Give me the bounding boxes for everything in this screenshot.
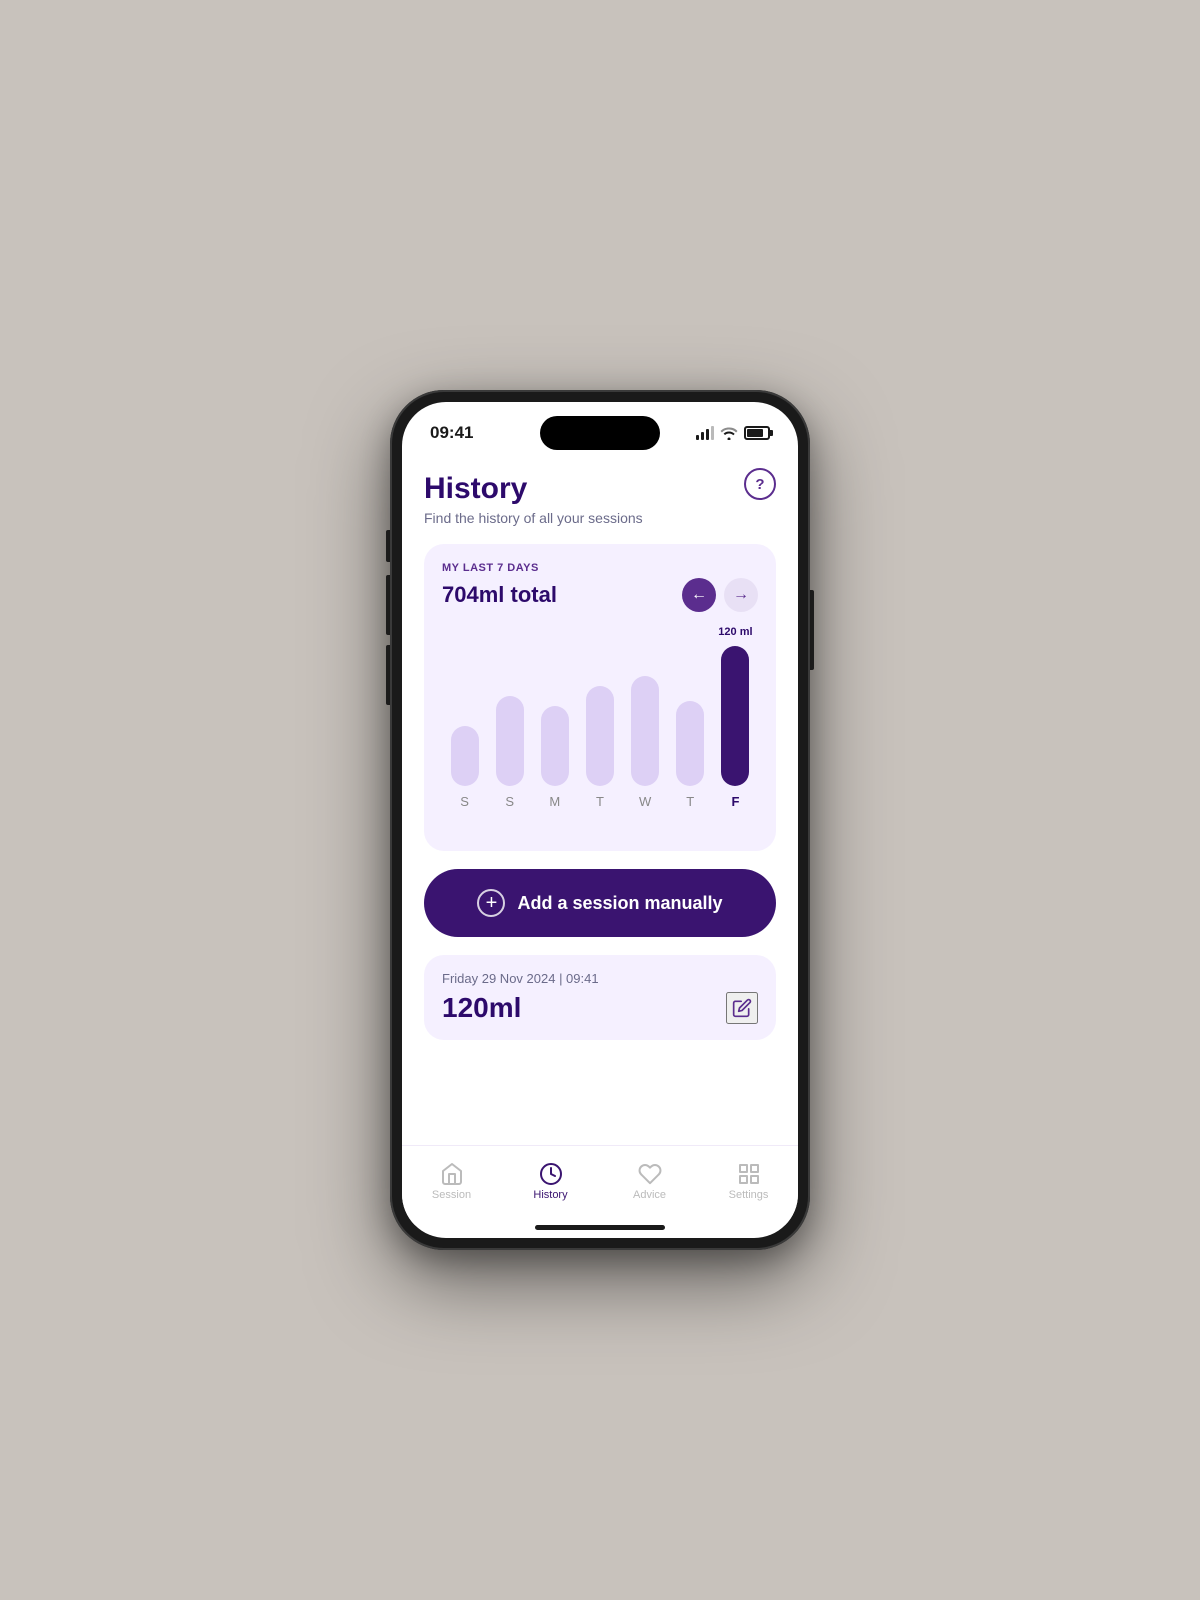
day-6-active: F [713,794,758,809]
day-3: T [577,794,622,809]
bar-col-1 [487,626,532,786]
bar-col-4 [623,626,668,786]
wifi-icon [720,426,738,440]
bar-0 [451,726,479,786]
bar-1 [496,696,524,786]
nav-label-history: History [533,1189,567,1201]
bar-4 [631,676,659,786]
bottom-nav: Session History Advice [402,1145,798,1225]
day-2: M [532,794,577,809]
add-session-button[interactable]: + Add a session manually [424,869,776,937]
edit-session-button[interactable] [726,992,758,1024]
session-amount: 120ml [442,992,521,1024]
bar-chart: 120 ml [442,626,758,786]
bar-col-0 [442,626,487,786]
status-time: 09:41 [430,423,473,443]
bar-5 [676,701,704,786]
edit-icon [732,998,752,1018]
chart-next-button[interactable]: → [724,578,758,612]
day-5: T [668,794,713,809]
nav-item-history[interactable]: History [501,1162,600,1201]
plus-circle-icon: + [477,889,505,917]
active-bar-label: 120 ml [718,626,752,638]
home-icon [440,1162,464,1186]
chart-card: MY LAST 7 DAYS 704ml total ← → [424,544,776,851]
heart-icon [638,1162,662,1186]
session-bottom: 120ml [442,992,758,1024]
home-indicator [535,1225,665,1230]
nav-label-session: Session [432,1189,471,1201]
add-session-label: Add a session manually [517,893,722,914]
bar-col-6: 120 ml [713,626,758,786]
help-button[interactable]: ? [744,468,776,500]
bar-col-5 [668,626,713,786]
chart-total: 704ml total [442,582,557,608]
phone-frame: 09:41 [390,390,810,1250]
session-record-card: Friday 29 Nov 2024 | 09:41 120ml [424,955,776,1040]
nav-label-settings: Settings [729,1189,769,1201]
bar-col-2 [532,626,577,786]
day-labels: S S M T W T F [442,794,758,809]
page-title: History [424,472,776,506]
session-date: Friday 29 Nov 2024 | 09:41 [442,971,758,986]
status-icons [696,426,770,440]
nav-label-advice: Advice [633,1189,666,1201]
day-0: S [442,794,487,809]
grid-icon [737,1162,761,1186]
bar-3 [586,686,614,786]
bar-chart-container: 120 ml S S M T W T [442,626,758,837]
chart-prev-button[interactable]: ← [682,578,716,612]
day-4: W [623,794,668,809]
bar-col-3 [577,626,622,786]
nav-item-advice[interactable]: Advice [600,1162,699,1201]
clock-icon [539,1162,563,1186]
chart-nav: ← → [682,578,758,612]
chart-header: 704ml total ← → [442,578,758,612]
bar-2 [541,706,569,786]
day-1: S [487,794,532,809]
page-subtitle: Find the history of all your sessions [424,510,776,526]
signal-icon [696,426,714,440]
dynamic-island [540,416,660,450]
bar-6-active [721,646,749,786]
phone-screen: 09:41 [402,402,798,1238]
battery-icon [744,426,770,440]
chart-period-label: MY LAST 7 DAYS [442,562,758,574]
main-content: History Find the history of all your ses… [402,456,798,1145]
nav-item-settings[interactable]: Settings [699,1162,798,1201]
nav-item-session[interactable]: Session [402,1162,501,1201]
